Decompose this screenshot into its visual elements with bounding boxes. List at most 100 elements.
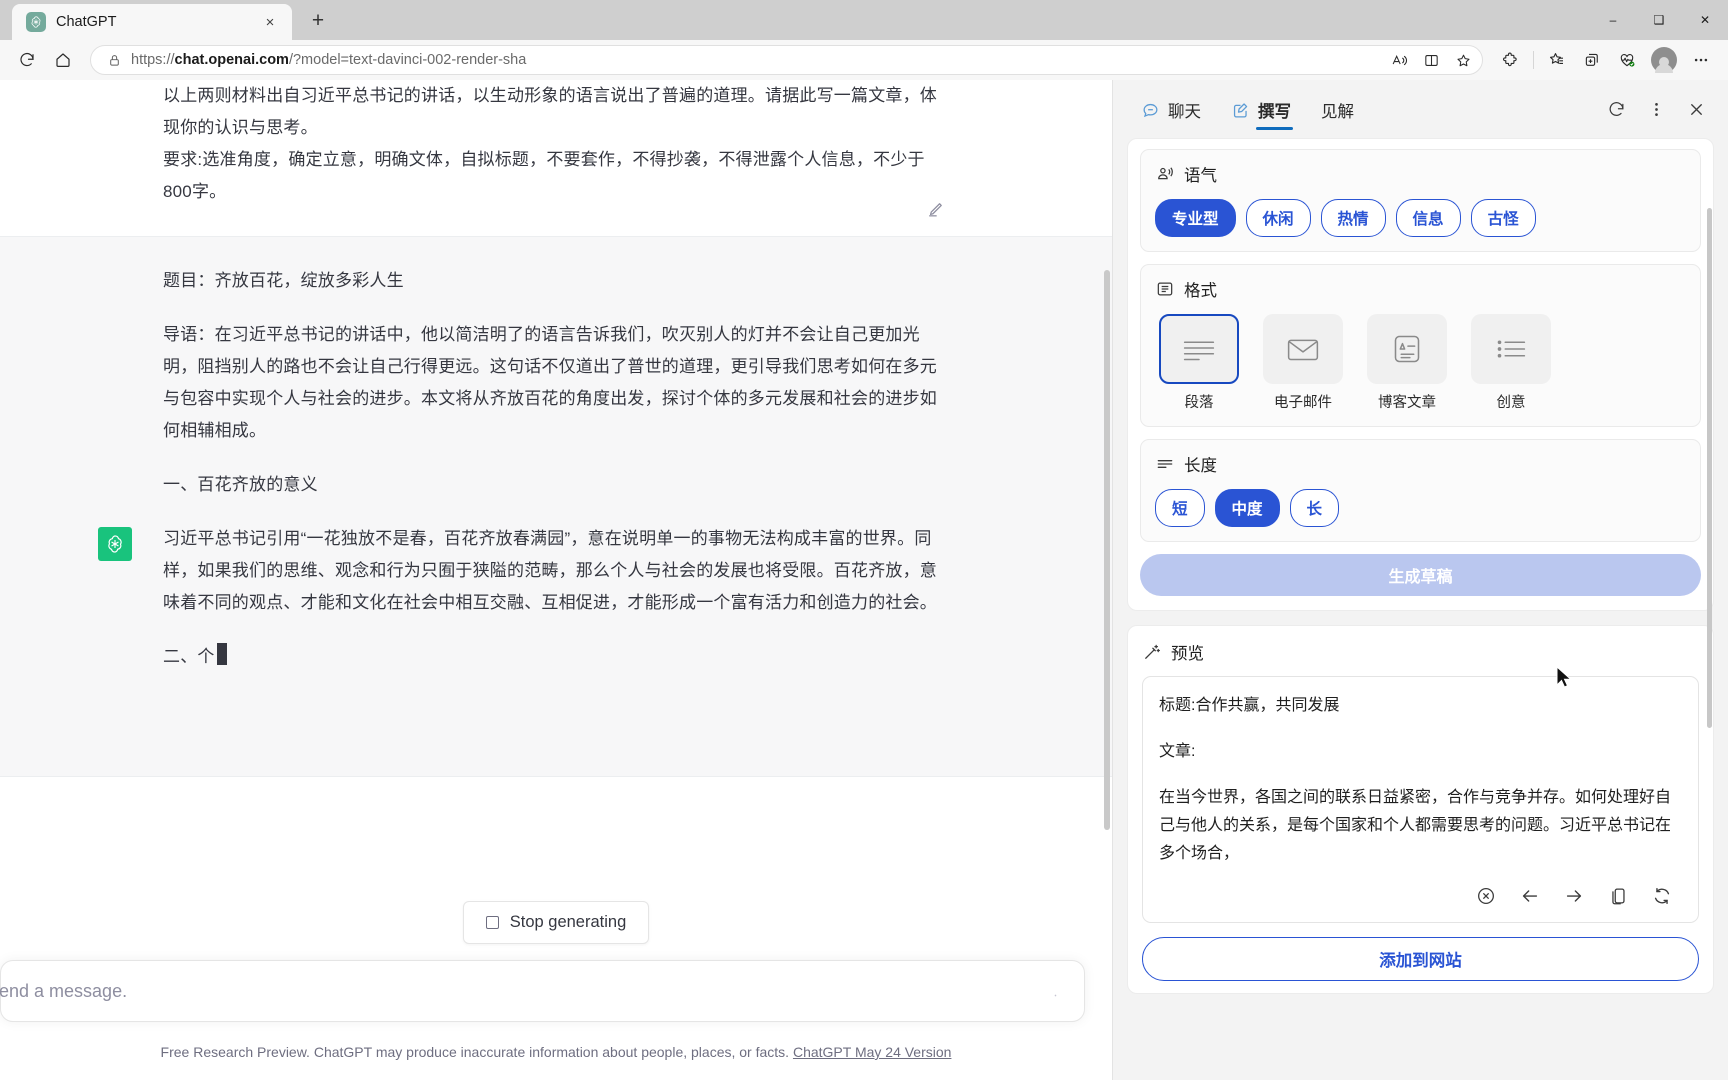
compose-pencil-icon	[1231, 101, 1250, 120]
length-title-row: 长度	[1155, 452, 1686, 476]
sidebar-header: 聊天 撰写 见解	[1113, 80, 1728, 138]
copy-icon[interactable]	[1606, 884, 1630, 908]
split-screen-icon[interactable]	[1416, 47, 1446, 73]
email-icon	[1263, 314, 1343, 384]
preview-title-row: 预览	[1142, 640, 1699, 664]
extensions-puzzle-icon[interactable]	[1493, 45, 1527, 75]
tone-option-enthusiastic[interactable]: 热情	[1320, 199, 1386, 237]
tab-title: ChatGPT	[56, 14, 117, 30]
tone-title-row: 语气	[1155, 162, 1686, 186]
close-icon[interactable]: ×	[258, 10, 282, 34]
stop-generating-button[interactable]: Stop generating	[462, 901, 650, 944]
window-controls: – ❑ ✕	[1590, 0, 1728, 40]
tone-option-funny[interactable]: 古怪	[1470, 199, 1536, 237]
toolbar-right-actions	[1493, 45, 1718, 75]
magic-wand-icon	[1142, 642, 1162, 662]
chat-bubble-icon	[1141, 101, 1160, 120]
tone-card: 语气 专业型 休闲 热情 信息 古怪	[1140, 149, 1701, 252]
home-icon[interactable]	[46, 45, 80, 75]
refresh-icon[interactable]	[1600, 93, 1632, 125]
format-option-email-label: 电子邮件	[1274, 395, 1332, 411]
user-message-line-1: 以上两则材料出自习近平总书记的讲话，以生动形象的语言说出了普遍的道理。请据此写一…	[163, 86, 937, 137]
sidebar-tab-insights-label: 见解	[1321, 103, 1354, 121]
length-option-long[interactable]: 长	[1289, 489, 1340, 527]
sidebar-tab-chat[interactable]: 聊天	[1139, 88, 1203, 130]
send-icon[interactable]	[1051, 987, 1060, 996]
stop-generating-label: Stop generating	[509, 913, 627, 931]
length-options: 短 中度 长	[1155, 489, 1686, 527]
preview-content-box: 标题:合作共赢，共同发展 文章: 在当今世界，各国之间的联系日益紧密，合作与竞争…	[1142, 676, 1699, 923]
format-option-paragraph-label: 段落	[1184, 395, 1214, 411]
edit-pencil-icon[interactable]	[925, 200, 947, 222]
chat-message-user: 以上两则材料出自习近平总书记的讲话，以生动形象的语言说出了普遍的道理。请据此写一…	[0, 80, 1112, 237]
format-list-icon	[1155, 279, 1175, 299]
assistant-intro-paragraph: 导语：在习近平总书记的讲话中，他以简洁明了的语言告诉我们，吹灭别人的灯并不会让自…	[163, 325, 937, 440]
length-option-medium[interactable]: 中度	[1214, 489, 1280, 527]
tone-options: 专业型 休闲 热情 信息 古怪	[1155, 199, 1686, 237]
arrow-right-icon[interactable]	[1562, 884, 1586, 908]
generate-draft-button[interactable]: 生成草稿	[1140, 554, 1701, 596]
tone-option-professional[interactable]: 专业型	[1155, 199, 1236, 237]
minimize-button[interactable]: –	[1590, 0, 1636, 40]
url-text: https://chat.openai.com/?model=text-davi…	[131, 52, 527, 68]
format-option-ideas[interactable]: 创意	[1467, 314, 1555, 412]
chatgpt-page: 以上两则材料出自习近平总书记的讲话，以生动形象的语言说出了普遍的道理。请据此写一…	[0, 80, 1112, 1080]
preview-title: 预览	[1171, 645, 1204, 663]
length-lines-icon	[1155, 454, 1175, 474]
tone-option-informational[interactable]: 信息	[1395, 199, 1461, 237]
sidebar-tabs: 聊天 撰写 见解	[1139, 88, 1600, 130]
assistant-title: 题目：齐放百花，绽放多彩人生	[163, 271, 404, 290]
address-bar[interactable]: https://chat.openai.com/?model=text-davi…	[90, 45, 1483, 75]
add-tab-group-icon[interactable]	[1575, 45, 1609, 75]
lock-icon	[103, 54, 125, 67]
close-window-button[interactable]: ✕	[1682, 0, 1728, 40]
format-card: 格式 段落 电子邮件 博客文章 创意	[1140, 264, 1701, 427]
toolbar-divider	[1533, 51, 1534, 69]
browser-tab-chatgpt[interactable]: ChatGPT ×	[12, 4, 292, 40]
star-icon[interactable]	[1448, 47, 1478, 73]
length-option-short[interactable]: 短	[1155, 489, 1205, 527]
format-option-email[interactable]: 电子邮件	[1259, 314, 1347, 412]
format-option-blog[interactable]: 博客文章	[1363, 314, 1451, 412]
format-title-row: 格式	[1155, 277, 1686, 301]
new-tab-button[interactable]: +	[302, 5, 334, 37]
regenerate-icon[interactable]	[1650, 884, 1674, 908]
ideas-list-icon	[1471, 314, 1551, 384]
maximize-button[interactable]: ❑	[1636, 0, 1682, 40]
edge-compose-sidebar: 聊天 撰写 见解 语气 专业型 休闲 热情 信息 古怪 格式 段落 电子邮件 博…	[1112, 80, 1728, 1080]
close-icon[interactable]	[1680, 93, 1712, 125]
more-settings-icon[interactable]	[1684, 45, 1718, 75]
sidebar-tab-chat-label: 聊天	[1168, 103, 1201, 121]
page-footer: Free Research Preview. ChatGPT may produ…	[0, 1044, 1112, 1060]
read-aloud-icon[interactable]	[1384, 47, 1414, 73]
preview-action-bar	[1159, 878, 1682, 914]
sidebar-tab-compose[interactable]: 撰写	[1229, 88, 1293, 130]
format-option-paragraph[interactable]: 段落	[1155, 314, 1243, 412]
format-option-blog-label: 博客文章	[1378, 395, 1436, 411]
performance-heart-icon[interactable]	[1610, 45, 1644, 75]
tone-title: 语气	[1184, 167, 1217, 185]
sidebar-body: 语气 专业型 休闲 热情 信息 古怪 格式 段落 电子邮件 博客文章 创意 长度…	[1127, 138, 1714, 1080]
footer-version-link[interactable]: ChatGPT May 24 Version	[793, 1044, 951, 1060]
collections-icon[interactable]	[1540, 45, 1574, 75]
format-title: 格式	[1184, 282, 1217, 300]
add-to-site-button[interactable]: 添加到网站	[1142, 937, 1699, 981]
arrow-left-icon[interactable]	[1518, 884, 1542, 908]
dismiss-circle-icon[interactable]	[1474, 884, 1498, 908]
message-composer[interactable]: end a message.	[0, 960, 1085, 1022]
sidebar-tab-compose-label: 撰写	[1258, 103, 1291, 121]
reload-icon[interactable]	[10, 45, 44, 75]
tab-strip: ChatGPT × + – ❑ ✕	[0, 0, 1728, 40]
user-message-line-2: 要求:选准角度，确定立意，明确文体，自拟标题，不要套作，不得抄袭，不得泄露个人信…	[163, 150, 925, 201]
tone-option-casual[interactable]: 休闲	[1245, 199, 1311, 237]
message-input-placeholder[interactable]: end a message.	[0, 981, 1051, 1002]
more-vertical-icon[interactable]	[1640, 93, 1672, 125]
page-scrollbar[interactable]	[1104, 270, 1110, 830]
compose-options-panel: 语气 专业型 休闲 热情 信息 古怪 格式 段落 电子邮件 博客文章 创意 长度…	[1127, 138, 1714, 611]
profile-avatar-icon[interactable]	[1651, 47, 1677, 73]
sidebar-tab-insights[interactable]: 见解	[1319, 88, 1356, 130]
assistant-heading-2-partial: 二、个	[163, 641, 942, 673]
blog-post-icon	[1367, 314, 1447, 384]
sidebar-scrollbar[interactable]	[1707, 208, 1712, 728]
chat-message-assistant: 题目：齐放百花，绽放多彩人生 导语：在习近平总书记的讲话中，他以简洁明了的语言告…	[0, 237, 1112, 777]
